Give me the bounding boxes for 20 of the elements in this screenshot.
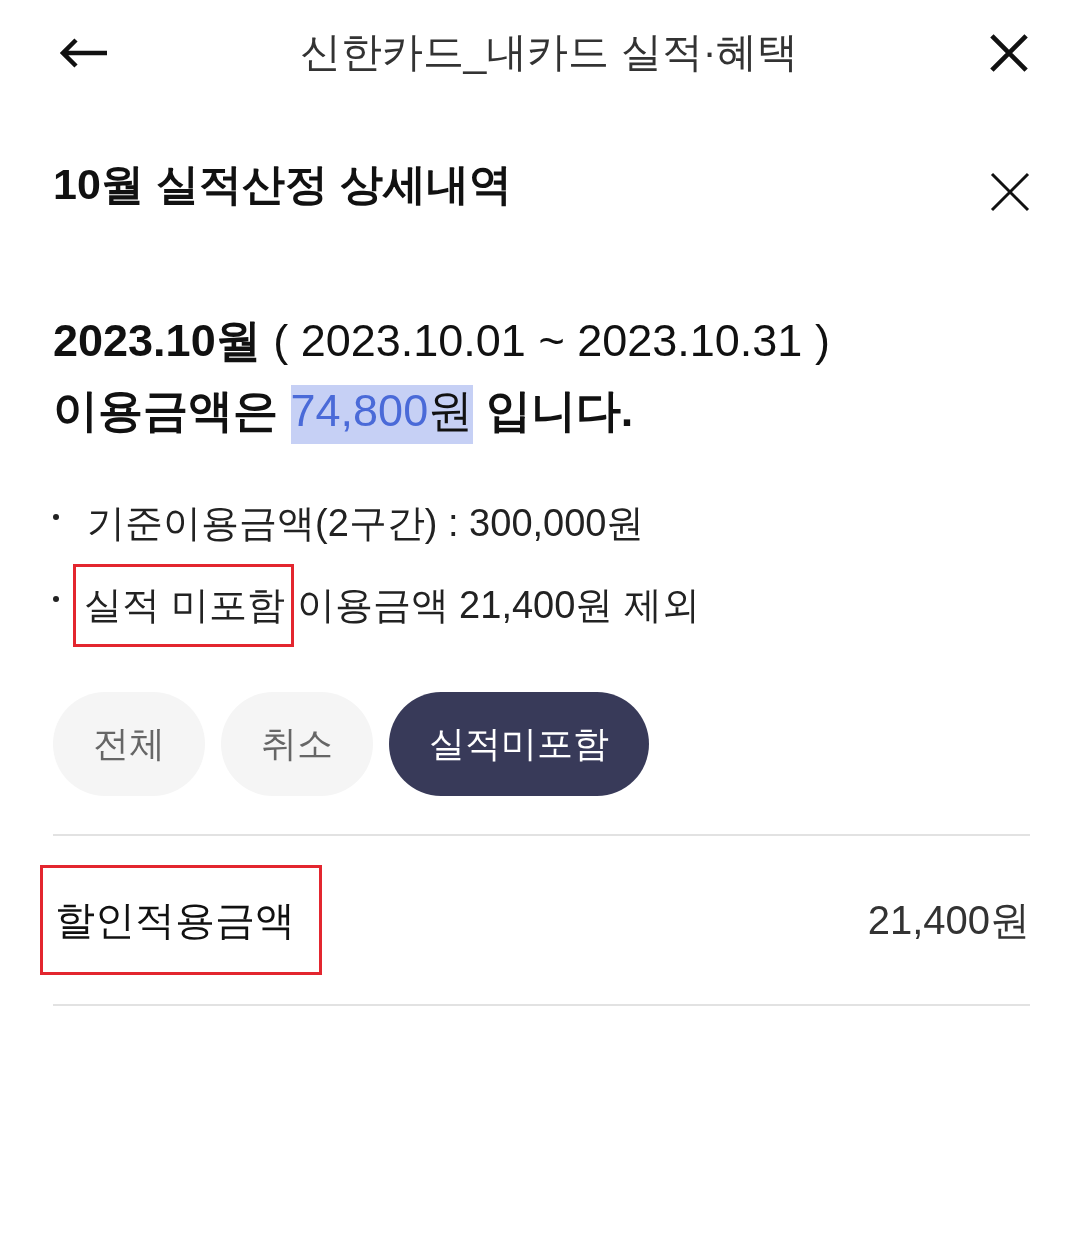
usage-amount-text: 이용금액은 74,800원 입니다. [53, 376, 1030, 446]
filter-chip[interactable]: 전체 [53, 692, 205, 796]
period-text: 2023.10월 ( 2023.10.01 ~ 2023.10.31 ) [53, 314, 831, 368]
panel-title: 10월 실적산정 상세내역 [53, 159, 512, 211]
close-button[interactable] [990, 172, 1030, 212]
bullet-text: 기준이용금액(2구간) : 300,000원 [86, 500, 646, 546]
close-button[interactable] [990, 34, 1028, 72]
left-arrow-icon [60, 38, 108, 68]
row-amount: 21,400원 [867, 897, 1030, 944]
marked-text: 실적 미포함 [73, 563, 294, 647]
bullet-text: 이용금액 21,400원 제외 [295, 582, 701, 628]
filter-chip[interactable]: 취소 [221, 692, 373, 796]
filter-chip[interactable]: 실적미포함 [389, 692, 649, 796]
row-label: 할인적용금액 [40, 865, 322, 975]
close-icon [990, 34, 1028, 72]
back-button[interactable] [60, 38, 108, 68]
bullet-icon [53, 596, 59, 602]
close-icon [990, 172, 1030, 212]
page-title: 신한카드_내카드 실적·혜택 [299, 28, 799, 78]
bullet-icon [53, 514, 59, 520]
